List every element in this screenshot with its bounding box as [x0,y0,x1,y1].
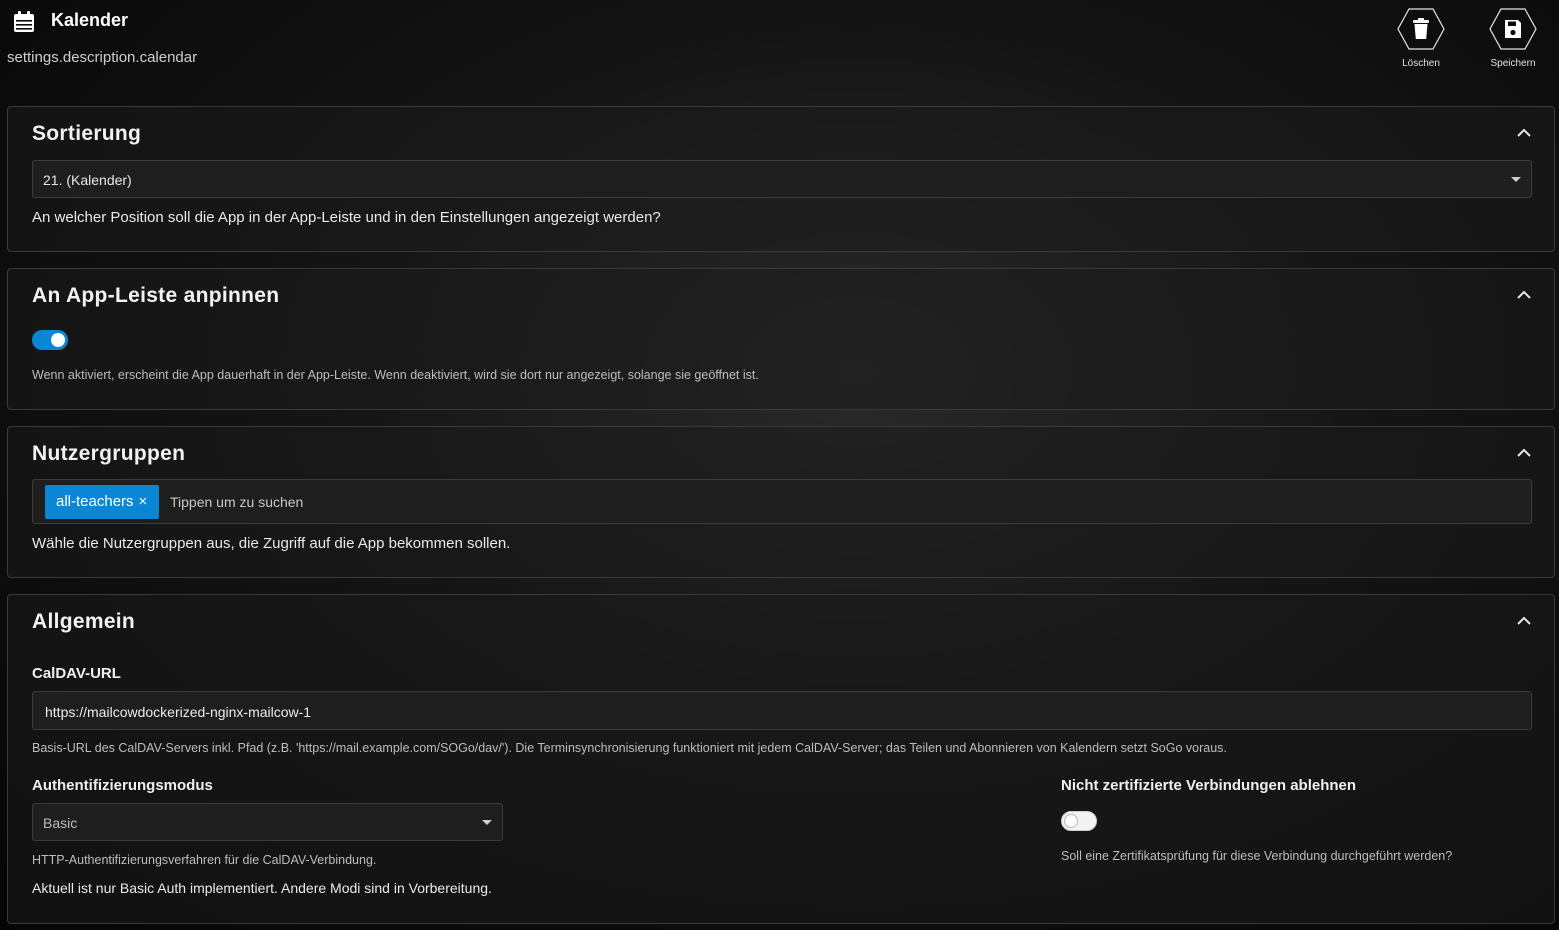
groups-help: Wähle die Nutzergruppen aus, die Zugriff… [32,535,511,552]
groups-search-placeholder[interactable]: Tippen um zu suchen [170,494,303,510]
floppy-disk-icon [1505,20,1521,38]
sort-card: Sortierung 21. (Kalender) An welcher Pos… [7,106,1555,252]
caret-down-icon [1511,177,1521,182]
reject-unverified-label: Nicht zertifizierte Verbindungen ablehne… [1061,777,1357,794]
caldav-url-label: CalDAV-URL [32,665,121,682]
group-chip: all-teachers × [45,485,160,519]
toggle-knob [51,333,65,347]
sort-card-title: Sortierung [32,122,142,145]
trash-icon [1413,18,1429,39]
groups-card-title: Nutzergruppen [32,442,186,465]
caldav-url-value: https://mailcowdockerized-nginx-mailcow-… [45,704,312,720]
auth-mode-label: Authentifizierungsmodus [32,777,213,794]
sort-select[interactable]: 21. (Kalender) [32,160,1532,198]
pin-toggle[interactable] [32,330,68,350]
save-button-label: Speichern [1490,58,1536,69]
calendar-icon [14,11,34,32]
delete-button-label: Löschen [1402,58,1440,69]
chevron-up-icon[interactable] [1516,290,1532,300]
chevron-up-icon[interactable] [1516,128,1532,138]
caldav-url-help: Basis-URL des CalDAV-Servers inkl. Pfad … [32,741,1227,755]
caret-down-icon [482,820,492,825]
save-button[interactable]: Speichern [1478,8,1548,69]
pin-help: Wenn aktiviert, erscheint die App dauerh… [32,368,759,382]
pin-card: An App-Leiste anpinnen Wenn aktiviert, e… [7,268,1555,410]
page-description: settings.description.calendar [7,49,198,66]
chevron-up-icon[interactable] [1516,448,1532,458]
chevron-up-icon[interactable] [1516,616,1532,626]
sort-select-value: 21. (Kalender) [43,172,132,188]
delete-button[interactable]: Löschen [1386,8,1456,69]
group-chip-label: all-teachers [56,493,134,510]
general-card-title: Allgemein [32,610,136,633]
auth-mode-select[interactable]: Basic [32,803,503,841]
caldav-url-input[interactable]: https://mailcowdockerized-nginx-mailcow-… [32,691,1532,730]
toggle-knob [1064,814,1078,828]
general-card: Allgemein CalDAV-URL https://mailcowdock… [7,594,1555,924]
auth-mode-help: HTTP-Authentifizierungsverfahren für die… [32,853,377,867]
groups-multiselect[interactable]: all-teachers × Tippen um zu suchen [32,479,1532,524]
auth-mode-note: Aktuell ist nur Basic Auth implementiert… [32,880,492,896]
reject-unverified-toggle[interactable] [1061,811,1097,831]
auth-mode-value: Basic [43,815,78,831]
remove-chip-icon[interactable]: × [139,493,148,510]
page-header: Kalender settings.description.calendar L… [0,0,1559,100]
reject-unverified-help: Soll eine Zertifikatsprüfung für diese V… [1061,849,1453,863]
pin-card-title: An App-Leiste anpinnen [32,284,280,307]
page-title: Kalender [51,10,129,30]
sort-help: An welcher Position soll die App in der … [32,209,661,226]
groups-card: Nutzergruppen all-teachers × Tippen um zu… [7,426,1555,578]
